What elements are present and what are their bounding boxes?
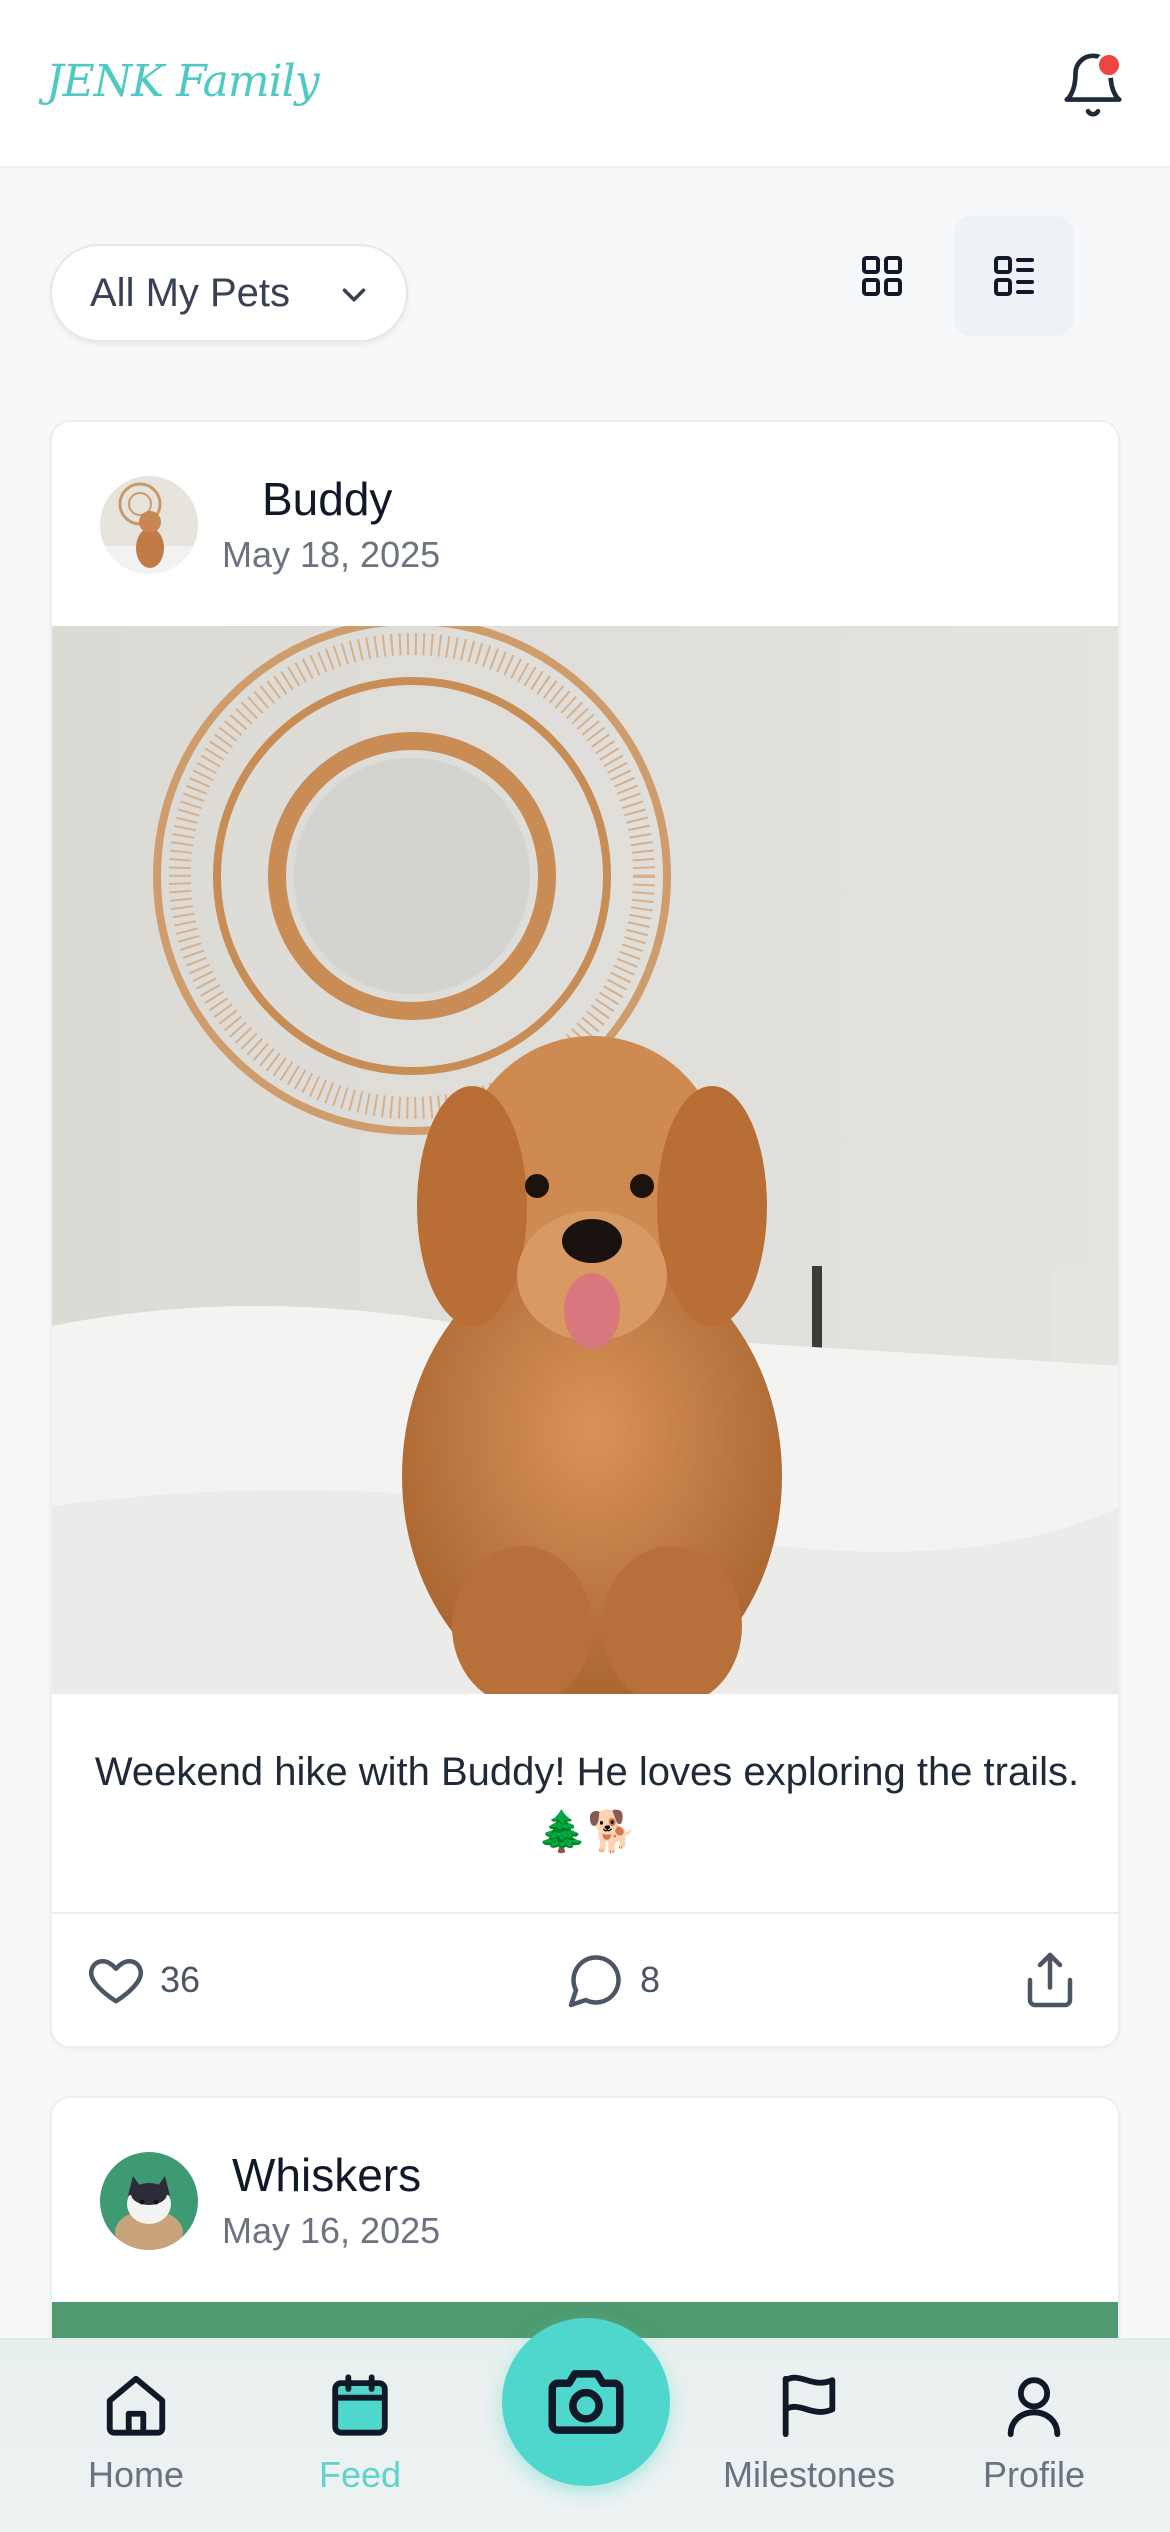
post-card: Buddy May 18, 2025 Weekend hike with Bud…: [50, 420, 1120, 2048]
nav-home[interactable]: Home: [36, 2370, 236, 2496]
pet-filter-label: All My Pets: [90, 270, 291, 315]
post-date: May 16, 2025: [222, 2210, 441, 2251]
nav-profile[interactable]: Profile: [934, 2370, 1134, 2496]
pet-name[interactable]: Buddy: [262, 472, 392, 526]
like-button[interactable]: 36: [86, 1950, 200, 2010]
nav-milestones-label: Milestones: [722, 2454, 896, 2495]
pet-avatar[interactable]: [100, 2152, 198, 2250]
grid-view-icon: [862, 256, 902, 296]
comment-button[interactable]: 8: [566, 1950, 660, 2010]
brand-logo[interactable]: JENK Family: [46, 56, 320, 107]
user-icon: [1007, 2377, 1061, 2438]
nav-feed-label: Feed: [318, 2454, 402, 2495]
comment-icon: [568, 1955, 621, 2008]
post-caption: Weekend hike with Buddy! He loves explor…: [94, 1750, 1080, 1854]
camera-button[interactable]: [502, 2318, 670, 2486]
chevron-down-icon: [342, 288, 366, 302]
share-button[interactable]: [1020, 1950, 1080, 2010]
post-photo[interactable]: [52, 626, 1118, 1694]
notification-badge: [1096, 52, 1122, 78]
pet-avatar[interactable]: [100, 476, 198, 574]
nav-profile-label: Profile: [982, 2454, 1086, 2495]
heart-icon: [89, 1959, 143, 2004]
list-view-button[interactable]: [954, 216, 1074, 336]
like-count: 36: [160, 1959, 201, 2000]
flag-icon: [782, 2374, 836, 2438]
app-header: JENK Family: [0, 0, 1170, 168]
camera-icon: [548, 2370, 624, 2434]
pet-name[interactable]: Whiskers: [232, 2148, 421, 2202]
post-date: May 18, 2025: [222, 534, 441, 575]
list-view-icon: [994, 256, 1034, 296]
nav-feed[interactable]: Feed: [260, 2370, 460, 2496]
calendar-icon: [332, 2374, 388, 2436]
nav-home-label: Home: [87, 2454, 185, 2495]
share-icon: [1027, 1952, 1073, 2008]
nav-milestones[interactable]: Milestones: [709, 2370, 909, 2496]
divider: [52, 1912, 1118, 1914]
home-icon: [106, 2375, 166, 2436]
grid-view-button[interactable]: [822, 216, 942, 336]
comment-count: 8: [640, 1959, 661, 2000]
pet-filter-dropdown[interactable]: All My Pets: [50, 244, 408, 342]
